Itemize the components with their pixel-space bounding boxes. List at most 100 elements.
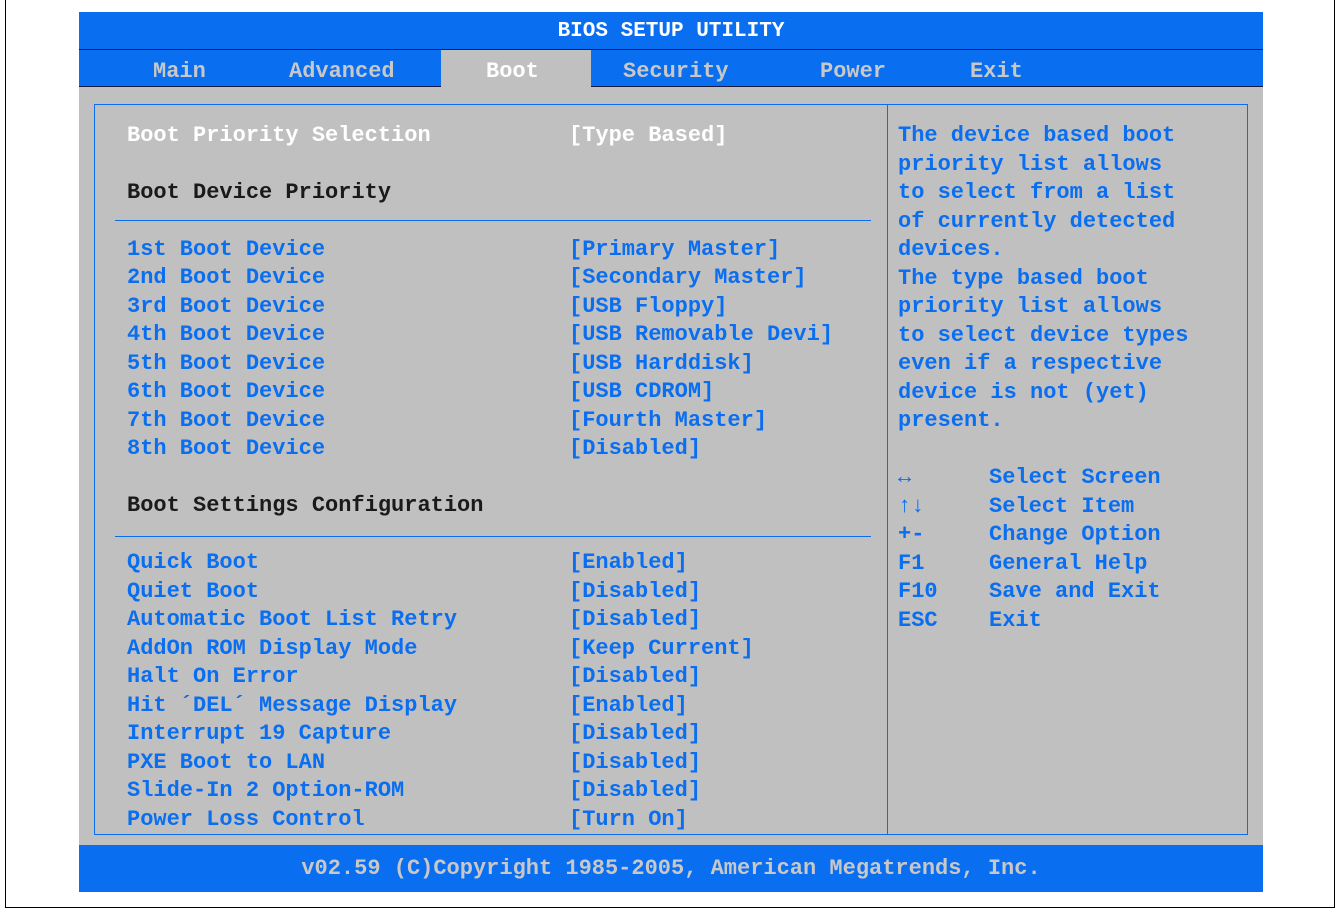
boot-priority-selection-row[interactable]: Boot Priority Selection [Type Based] [127,122,727,150]
setting-row-slide-in-rom[interactable]: Slide-In 2 Option-ROM [Disabled] [127,777,701,805]
setting-label: 1st Boot Device [127,237,326,262]
boot-device-row-3[interactable]: 3rd Boot Device [USB Floppy] [127,293,727,321]
setting-value[interactable]: [Disabled] [569,663,701,691]
setting-value[interactable]: [Enabled] [569,549,688,577]
boot-device-row-7[interactable]: 7th Boot Device [Fourth Master] [127,407,767,435]
setting-value[interactable]: [Disabled] [569,720,701,748]
setting-label: Power Loss Control [127,807,365,832]
section-heading-boot-settings: Boot Settings Configuration [127,493,484,518]
setting-value[interactable]: [Disabled] [569,606,701,634]
boot-device-row-6[interactable]: 6th Boot Device [USB CDROM] [127,378,714,406]
setting-label: Quick Boot [127,550,260,575]
key-legend-general-help: F1 General Help [898,550,1147,578]
help-panel: The device based boot priority list allo… [887,104,1248,835]
key-description: Select Item [989,494,1135,519]
help-text-line: devices. [898,237,1004,262]
setting-label: Hit ´DEL´ Message Display [127,693,458,718]
setting-value[interactable]: [Disabled] [569,777,701,805]
setting-label: AddOn ROM Display Mode [127,636,418,661]
setting-value[interactable]: [Type Based] [569,122,727,150]
key-description: General Help [989,551,1148,576]
key-label: F1 [898,551,925,576]
help-text-line: of currently detected [898,209,1176,234]
key-description: Save and Exit [989,579,1161,604]
setting-label: PXE Boot to LAN [127,750,326,775]
key-description: Exit [989,608,1042,633]
setting-label: Automatic Boot List Retry [127,607,458,632]
boot-device-row-1[interactable]: 1st Boot Device [Primary Master] [127,236,780,264]
setting-label: 7th Boot Device [127,408,326,433]
setting-value[interactable]: [Disabled] [569,749,701,777]
boot-device-row-2[interactable]: 2nd Boot Device [Secondary Master] [127,264,807,292]
help-text-line: present. [898,408,1004,433]
help-text-line: The device based boot [898,123,1176,148]
up-down-arrow-icon: ↑↓ [898,494,925,519]
section-divider [115,220,871,221]
copyright-footer: v02.59 (C)Copyright 1985-2005, American … [79,845,1263,892]
key-description: Change Option [989,522,1161,547]
menu-bar: Main Advanced Boot Security Power Exit [79,49,1263,88]
tab-power[interactable]: Power [820,50,886,88]
key-label: ESC [898,608,938,633]
setting-value[interactable]: [Enabled] [569,692,688,720]
setting-label: 6th Boot Device [127,379,326,404]
settings-panel: Boot Priority Selection [Type Based] Boo… [94,104,888,835]
setting-label: Boot Priority Selection [127,123,431,148]
key-legend-select-item: ↑↓ Select Item [898,493,1134,521]
boot-device-row-8[interactable]: 8th Boot Device [Disabled] [127,435,701,463]
setting-label: Halt On Error [127,664,299,689]
section-heading-device-priority: Boot Device Priority [127,180,392,205]
tab-boot[interactable]: Boot [441,50,591,88]
tab-advanced[interactable]: Advanced [289,50,395,88]
setting-value[interactable]: [USB Removable Devi] [569,321,833,349]
boot-device-row-5[interactable]: 5th Boot Device [USB Harddisk] [127,350,754,378]
key-legend-change-option: +- Change Option [898,521,1161,549]
setting-label: Quiet Boot [127,579,260,604]
key-label: +- [898,522,925,547]
setting-label: 8th Boot Device [127,436,326,461]
key-description: Select Screen [989,465,1161,490]
setting-value[interactable]: [Disabled] [569,578,701,606]
help-text-line: priority list allows [898,294,1163,319]
setting-value[interactable]: [Primary Master] [569,236,780,264]
setting-label: 5th Boot Device [127,351,326,376]
help-text-line: device is not (yet) [898,380,1149,405]
setting-value[interactable]: [Turn On] [569,806,688,834]
setting-row-interrupt-19[interactable]: Interrupt 19 Capture [Disabled] [127,720,701,748]
setting-row-power-loss[interactable]: Power Loss Control [Turn On] [127,806,688,834]
setting-row-pxe-boot[interactable]: PXE Boot to LAN [Disabled] [127,749,701,777]
bios-title: BIOS SETUP UTILITY [79,12,1263,49]
left-right-arrow-icon: ↔ [898,465,912,490]
tab-main[interactable]: Main [153,50,206,88]
setting-row-del-message[interactable]: Hit ´DEL´ Message Display [Enabled] [127,692,688,720]
key-label: F10 [898,579,938,604]
setting-value[interactable]: [Keep Current] [569,635,754,663]
setting-value[interactable]: [Secondary Master] [569,264,807,292]
help-text-line: even if a respective [898,351,1163,376]
section-divider [115,536,871,537]
help-text-line: The type based boot [898,266,1149,291]
setting-value[interactable]: [USB CDROM] [569,378,714,406]
setting-row-addon-rom-display[interactable]: AddOn ROM Display Mode [Keep Current] [127,635,754,663]
setting-row-quick-boot[interactable]: Quick Boot [Enabled] [127,549,688,577]
setting-label: 3rd Boot Device [127,294,326,319]
setting-label: Interrupt 19 Capture [127,721,392,746]
key-legend-exit: ESC Exit [898,607,1042,635]
boot-device-row-4[interactable]: 4th Boot Device [USB Removable Devi] [127,321,833,349]
help-text-line: priority list allows [898,152,1163,177]
help-text-line: to select device types [898,323,1189,348]
setting-label: 4th Boot Device [127,322,326,347]
help-text-line: to select from a list [898,180,1176,205]
setting-row-quiet-boot[interactable]: Quiet Boot [Disabled] [127,578,701,606]
setting-row-halt-on-error[interactable]: Halt On Error [Disabled] [127,663,701,691]
key-legend-select-screen: ↔ Select Screen [898,464,1161,492]
setting-value[interactable]: [Disabled] [569,435,701,463]
tab-security[interactable]: Security [623,50,729,88]
setting-value[interactable]: [USB Floppy] [569,293,727,321]
setting-value[interactable]: [USB Harddisk] [569,350,754,378]
key-legend-save-exit: F10 Save and Exit [898,578,1161,606]
setting-value[interactable]: [Fourth Master] [569,407,767,435]
setting-row-auto-boot-retry[interactable]: Automatic Boot List Retry [Disabled] [127,606,701,634]
tab-exit[interactable]: Exit [970,50,1023,88]
setting-label: Slide-In 2 Option-ROM [127,778,405,803]
